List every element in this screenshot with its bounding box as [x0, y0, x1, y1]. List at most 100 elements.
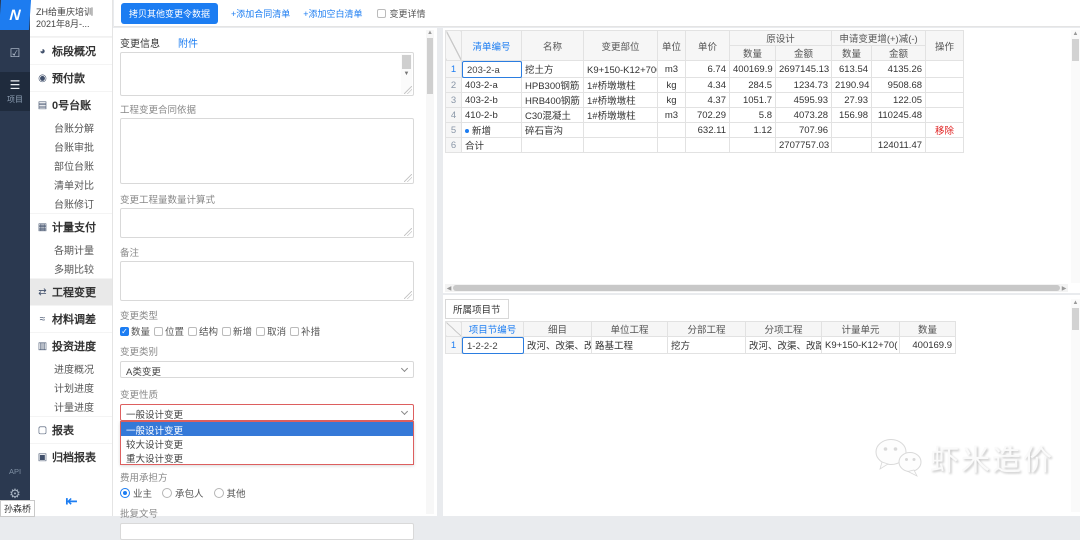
table-cell[interactable]: 4073.28: [774, 107, 833, 123]
table-row[interactable]: 11-2-2-2改河、改渠、改路路基工程挖方改河、改渠、改路K9+150-K12…: [445, 336, 956, 354]
table-cell[interactable]: 400169.9: [729, 60, 776, 78]
table-cell[interactable]: 410-2-b: [461, 107, 522, 123]
col-group-request[interactable]: 申请变更增(+)减(-): [831, 30, 927, 46]
project-title[interactable]: ZH给重庆培训 2021年8月-...: [30, 0, 112, 38]
rail-item-project[interactable]: ☰ 项目: [0, 72, 30, 111]
table-cell[interactable]: 1-2-2-2: [461, 336, 524, 354]
scroll-thumb[interactable]: [1072, 39, 1079, 61]
row-index[interactable]: 1: [445, 336, 462, 354]
table-cell[interactable]: K9+150-K12+70(: [821, 336, 900, 354]
change-type-option[interactable]: 补措: [290, 324, 320, 338]
table-cell[interactable]: [831, 137, 873, 153]
change-category-select[interactable]: A类变更: [120, 361, 414, 378]
change-nature-select[interactable]: 一般设计变更: [120, 404, 414, 421]
api-label[interactable]: API: [0, 467, 30, 476]
table-row[interactable]: 3 403-2-b HRB400钢筋 1#桥墩墩柱 kg 4.37 1051.7 4595.9…: [445, 92, 965, 108]
table-cell[interactable]: 702.29: [685, 107, 730, 123]
table-cell[interactable]: 合计: [461, 137, 522, 153]
row-index[interactable]: 5: [445, 122, 462, 138]
scroll-up-icon[interactable]: ▲: [1071, 299, 1080, 307]
table-cell[interactable]: 2707757.03: [774, 137, 833, 153]
col-unit-price[interactable]: 单价: [685, 30, 730, 61]
col-amount2[interactable]: 金额: [871, 45, 927, 61]
table-cell[interactable]: [657, 137, 686, 153]
table-cell[interactable]: [583, 137, 658, 153]
sidebar-item-ledger-revision[interactable]: 台账修订: [30, 194, 112, 213]
table-cell[interactable]: K9+150-K12+700改: [583, 60, 658, 78]
sidebar-item-plan-progress[interactable]: 计划进度: [30, 378, 112, 397]
table-cell[interactable]: 400169.9: [899, 336, 956, 354]
app-logo-icon[interactable]: N: [0, 0, 32, 30]
table-cell[interactable]: [685, 137, 730, 153]
col-list-no[interactable]: 清单编号: [461, 30, 522, 61]
table-cell[interactable]: m3: [657, 60, 686, 78]
col-measure-unit[interactable]: 计量单元: [821, 321, 900, 337]
scroll-up-icon[interactable]: ▲: [1071, 30, 1080, 38]
tasks-icon[interactable]: ☑: [0, 46, 30, 60]
tab-project-node[interactable]: 所属项目节: [445, 299, 509, 319]
table-cell[interactable]: 1#桥墩墩柱: [583, 92, 658, 108]
vertical-scrollbar[interactable]: ▲: [1071, 30, 1080, 283]
horizontal-scrollbar[interactable]: ◀ ▶: [445, 284, 1068, 292]
corner-cell[interactable]: [445, 30, 462, 61]
table-cell[interactable]: [925, 107, 965, 123]
table-cell[interactable]: 挖土方: [521, 60, 584, 78]
sidebar-item-period-measure[interactable]: 各期计量: [30, 240, 112, 259]
exit-icon[interactable]: ⇤: [30, 492, 113, 510]
table-cell[interactable]: [583, 122, 658, 138]
col-amount[interactable]: 金额: [774, 45, 833, 61]
vertical-scrollbar[interactable]: ▲: [1071, 299, 1080, 512]
row-index[interactable]: 6: [445, 137, 462, 153]
table-cell[interactable]: 6.74: [685, 60, 730, 78]
table-cell[interactable]: 新增: [461, 122, 522, 138]
table-row[interactable]: 2 403-2-a HPB300钢筋 1#桥墩墩柱 kg 4.34 284.5 1234.73…: [445, 77, 965, 93]
sidebar-item-reports[interactable]: ▢ 报表: [30, 416, 112, 443]
sidebar-item-material-adjust[interactable]: ≈ 材料调差: [30, 305, 112, 332]
resize-handle-icon[interactable]: [404, 174, 412, 182]
col-group-original[interactable]: 原设计: [728, 30, 833, 46]
table-cell[interactable]: 改河、改渠、改路: [745, 336, 822, 354]
row-index[interactable]: 1: [445, 60, 462, 78]
table-cell[interactable]: 改河、改渠、改路: [523, 336, 592, 354]
sidebar-item-advance-payment[interactable]: ◉ 预付款: [30, 64, 112, 91]
cost-bearer-option[interactable]: 承包人: [162, 486, 204, 500]
col-detail-item[interactable]: 细目: [523, 321, 592, 337]
dropdown-option[interactable]: 较大设计变更: [121, 436, 413, 451]
sidebar-item-part-ledger[interactable]: 部位台账: [30, 156, 112, 175]
table-cell[interactable]: 1051.7: [729, 92, 776, 108]
table-cell[interactable]: 挖方: [667, 336, 746, 354]
change-type-option[interactable]: 新增: [222, 324, 252, 338]
table-cell[interactable]: 707.96: [774, 122, 833, 138]
col-sub-project[interactable]: 分项工程: [745, 321, 822, 337]
table-cell[interactable]: 613.54: [831, 60, 873, 78]
tab-change-info[interactable]: 变更信息: [120, 35, 160, 50]
change-type-option[interactable]: ✓ 数量: [120, 324, 150, 338]
form-scrollbar[interactable]: ▲: [426, 30, 434, 514]
col-unit-project[interactable]: 单位工程: [591, 321, 668, 337]
table-cell[interactable]: 2697145.13: [774, 60, 833, 78]
table-cell[interactable]: [871, 122, 927, 138]
tab-attachment[interactable]: 附件: [178, 35, 198, 50]
remove-link[interactable]: 移除: [925, 122, 965, 138]
table-cell[interactable]: 124011.47: [871, 137, 927, 153]
change-type-option[interactable]: 取消: [256, 324, 286, 338]
change-detail-checkbox[interactable]: 变更详情: [376, 7, 426, 20]
table-cell[interactable]: 9508.68: [871, 77, 927, 93]
table-cell[interactable]: 403-2-a: [461, 77, 522, 93]
scroll-thumb[interactable]: [402, 55, 411, 69]
col-quantity[interactable]: 数量: [899, 321, 956, 337]
table-cell[interactable]: C30混凝土: [521, 107, 584, 123]
change-info-textarea[interactable]: ▼: [120, 52, 414, 96]
col-division-project[interactable]: 分部工程: [667, 321, 746, 337]
col-qty[interactable]: 数量: [729, 45, 776, 61]
sidebar-item-section-overview[interactable]: ◕ 标段概况: [30, 37, 112, 64]
col-unit[interactable]: 单位: [657, 30, 686, 61]
table-cell[interactable]: 路基工程: [591, 336, 668, 354]
sidebar-item-ledger-0[interactable]: ▤ 0号台账: [30, 91, 112, 118]
table-cell[interactable]: [831, 122, 873, 138]
resize-handle-icon[interactable]: [404, 86, 412, 94]
col-action[interactable]: 操作: [925, 30, 965, 61]
col-node-no[interactable]: 项目节编号: [461, 321, 524, 337]
scroll-down-icon[interactable]: ▼: [401, 71, 412, 77]
dropdown-option[interactable]: 一般设计变更: [121, 422, 413, 437]
